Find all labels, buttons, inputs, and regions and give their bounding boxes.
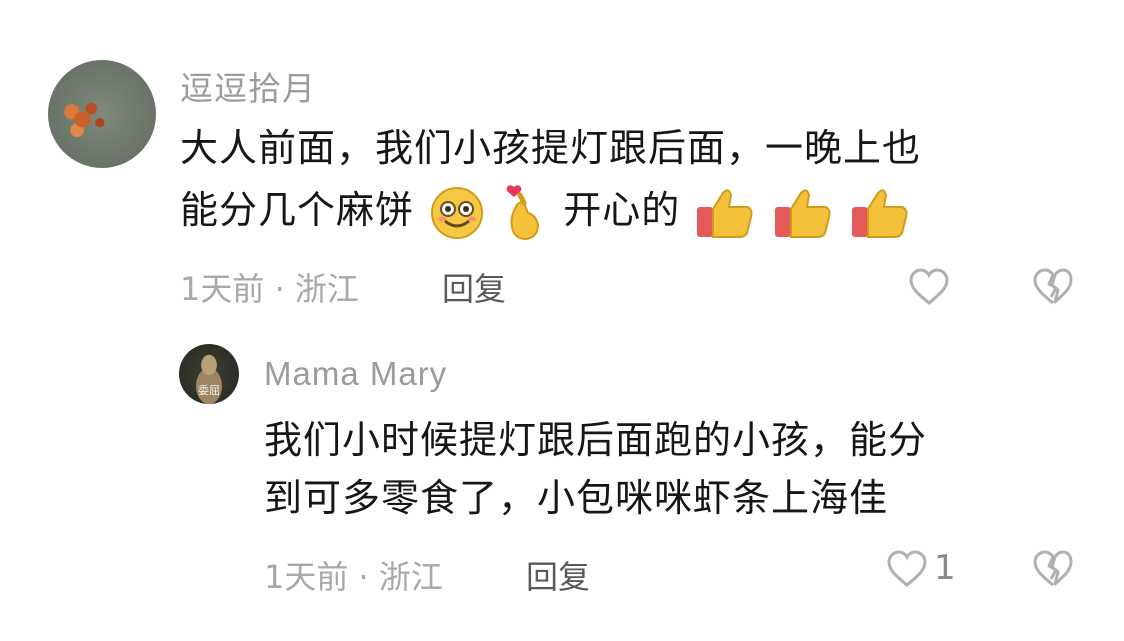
comment-text-line: 我们小时候提灯跟后面跑的小孩，能分: [264, 418, 928, 462]
avatar-caption: 委屈: [198, 384, 220, 397]
comment-text: 我们小时候提灯跟后面跑的小孩，能分: [264, 410, 927, 470]
like-count: 1: [934, 548, 956, 588]
comment-text-line: 到可多零食了，小包咪咪虾条上海佳: [264, 476, 889, 520]
comment-text: 到可多零食了，小包咪咪虾条上海佳: [264, 468, 888, 528]
comment-meta: 1天前 · 浙江: [264, 558, 443, 596]
reply-comment: 委屈 Mama Mary 我们小时候提灯跟后面跑的小孩，能分 到可多零食了，小包…: [0, 0, 1124, 641]
username[interactable]: Mama Mary: [264, 355, 447, 393]
reply-button[interactable]: 回复: [526, 552, 590, 598]
broken-heart-icon[interactable]: [1032, 550, 1074, 588]
avatar[interactable]: 委屈: [179, 344, 239, 404]
heart-icon[interactable]: [886, 550, 928, 588]
